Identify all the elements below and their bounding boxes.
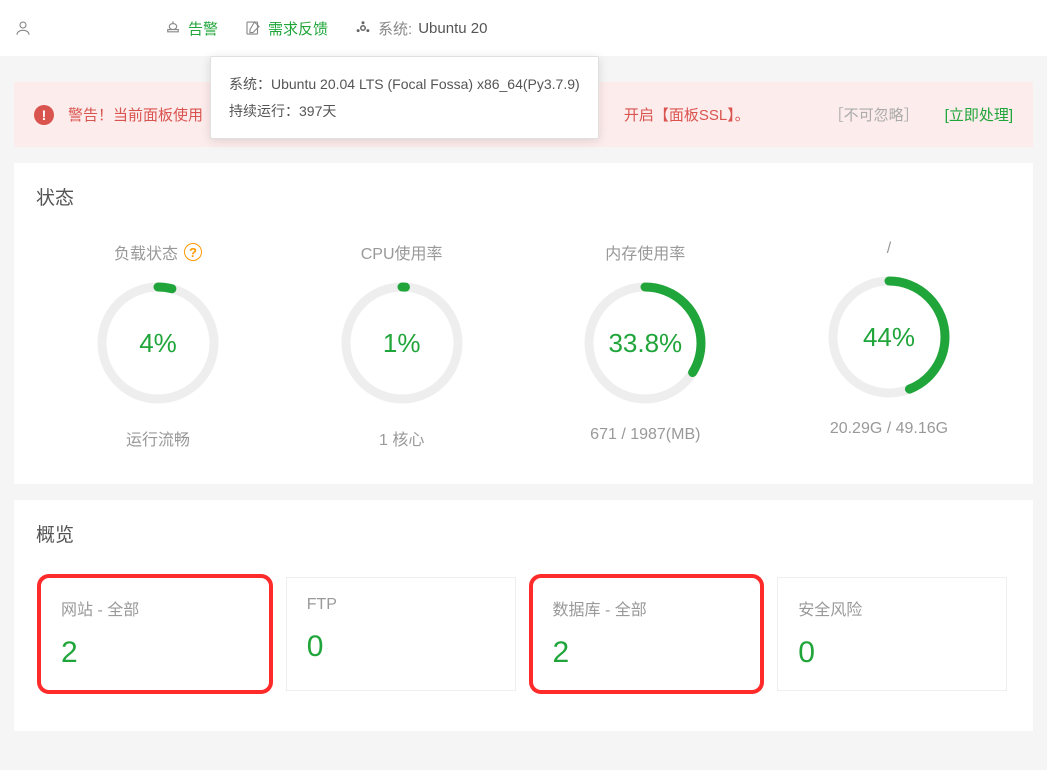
tooltip-line-uptime: 持续运行：397天 xyxy=(229,98,580,125)
alert-handle[interactable]: [立即处理] xyxy=(945,104,1013,125)
gauge-value: 33.8% xyxy=(580,278,710,408)
username-placeholder xyxy=(38,16,148,40)
alarm-icon xyxy=(164,19,182,37)
gauge-ring: 4% xyxy=(93,278,223,408)
alert-ignore: ［不可忽略］ xyxy=(829,104,919,125)
gauge-ring: 33.8% xyxy=(580,278,710,408)
gauge-0[interactable]: 负载状态 ? 4% 运行流畅 xyxy=(58,240,258,450)
tooltip-line-os: 系统：Ubuntu 20.04 LTS (Focal Fossa) x86_64… xyxy=(229,71,580,98)
gauge-1[interactable]: CPU使用率 1% 1 核心 xyxy=(302,240,502,450)
overview-card-0[interactable]: 网站 - 全部 2 xyxy=(40,577,270,691)
status-title: 状态 xyxy=(36,183,1011,210)
overview-card-1[interactable]: FTP 0 xyxy=(286,577,516,691)
system-tooltip: 系统：Ubuntu 20.04 LTS (Focal Fossa) x86_64… xyxy=(210,56,599,139)
alarm-link[interactable]: 告警 xyxy=(154,18,228,39)
edit-icon xyxy=(244,19,262,37)
gauge-footer: 运行流畅 xyxy=(126,426,190,450)
gauge-footer: 671 / 1987(MB) xyxy=(590,426,700,444)
alarm-label: 告警 xyxy=(188,18,218,39)
card-title: 安全风险 xyxy=(798,596,986,620)
card-value: 0 xyxy=(307,630,495,664)
system-info[interactable]: 系统: Ubuntu 20 xyxy=(344,18,497,39)
card-value: 2 xyxy=(61,636,249,670)
user-icon xyxy=(14,19,32,37)
card-value: 2 xyxy=(553,636,741,670)
overview-card-3[interactable]: 安全风险 0 xyxy=(777,577,1007,691)
gauge-3[interactable]: / 44% 20.29G / 49.16G xyxy=(789,240,989,450)
overview-title: 概览 xyxy=(36,520,1011,547)
gauge-footer: 1 核心 xyxy=(379,426,424,450)
system-short: Ubuntu 20 xyxy=(418,20,487,37)
card-title: FTP xyxy=(307,596,495,614)
gauge-label: / xyxy=(887,240,891,258)
gauge-ring: 44% xyxy=(824,272,954,402)
help-icon[interactable]: ? xyxy=(184,243,202,261)
warning-icon: ! xyxy=(34,105,54,125)
gauge-footer: 20.29G / 49.16G xyxy=(830,420,948,438)
feedback-link[interactable]: 需求反馈 xyxy=(234,18,338,39)
feedback-label: 需求反馈 xyxy=(268,18,328,39)
gauge-value: 4% xyxy=(93,278,223,408)
top-bar: 告警 需求反馈 系统: Ubuntu 20 系统：Ubuntu 20.04 LT… xyxy=(0,0,1047,56)
status-panel: 状态 负载状态 ? 4% 运行流畅 CPU使用率 1% 1 核心 xyxy=(14,163,1033,484)
gauge-label: CPU使用率 xyxy=(361,240,443,264)
gauge-2[interactable]: 内存使用率 33.8% 671 / 1987(MB) xyxy=(545,240,745,450)
overview-card-2[interactable]: 数据库 - 全部 2 xyxy=(532,577,762,691)
gauge-value: 44% xyxy=(824,272,954,402)
overview-panel: 概览 网站 - 全部 2 FTP 0 数据库 - 全部 2 安全风险 0 xyxy=(14,500,1033,731)
gauge-ring: 1% xyxy=(337,278,467,408)
gauge-label: 内存使用率 xyxy=(605,240,685,264)
card-title: 网站 - 全部 xyxy=(61,596,249,620)
highlight-ring xyxy=(37,574,273,694)
highlight-ring xyxy=(529,574,765,694)
gauge-value: 1% xyxy=(337,278,467,408)
gauge-label: 负载状态 ? xyxy=(114,240,202,264)
ubuntu-icon xyxy=(354,19,372,37)
system-prefix: 系统: xyxy=(378,18,412,39)
card-title: 数据库 - 全部 xyxy=(553,596,741,620)
card-value: 0 xyxy=(798,636,986,670)
